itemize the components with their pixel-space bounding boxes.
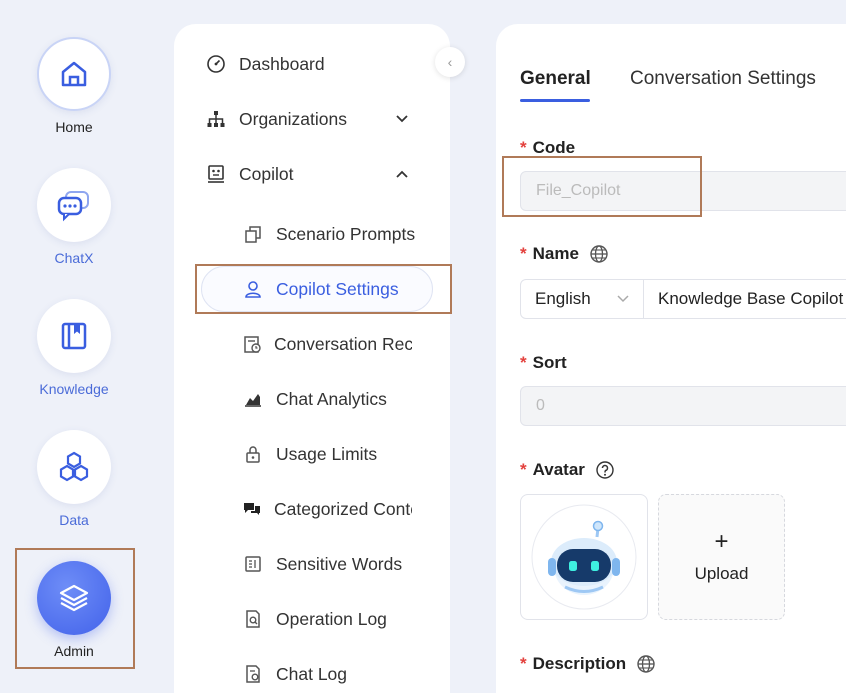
left-rail: Home ChatX Knowledge Data Admin <box>0 0 150 693</box>
sidebar-item-dashboard[interactable]: Dashboard <box>205 44 325 84</box>
sidebar-item-sensitive-words[interactable]: Sensitive Words <box>242 544 402 584</box>
document-check-icon <box>242 663 264 685</box>
sidebar-item-label: Conversation Reco <box>274 333 412 354</box>
required-mark: * <box>520 353 527 372</box>
copy-icon <box>242 223 264 245</box>
collapse-sidebar-button[interactable]: ‹ <box>435 47 465 77</box>
rail-item-chatx[interactable]: ChatX <box>0 168 148 266</box>
rail-item-admin[interactable]: Admin <box>0 561 148 659</box>
sidebar-item-usage-limits[interactable]: Usage Limits <box>242 434 377 474</box>
description-field-label: * Description <box>520 654 656 674</box>
help-icon[interactable] <box>595 460 615 480</box>
rail-label-chatx: ChatX <box>54 250 94 266</box>
code-input[interactable]: File_Copilot <box>520 171 846 211</box>
code-input-value: File_Copilot <box>536 182 621 199</box>
sidebar-item-label: Organizations <box>239 108 347 129</box>
plus-icon: + <box>714 528 729 555</box>
globe-icon[interactable] <box>589 244 609 264</box>
sidebar-item-copilot-settings[interactable]: Copilot Settings <box>242 269 399 309</box>
sidebar-item-label: Dashboard <box>239 53 325 74</box>
sidebar-item-conversation-records[interactable]: Conversation Reco <box>242 324 412 364</box>
avatar-label-text: Avatar <box>532 460 585 479</box>
rail-label-knowledge: Knowledge <box>39 381 109 397</box>
name-input[interactable]: Knowledge Base Copilot <box>644 279 846 319</box>
upload-avatar-button[interactable]: + Upload <box>658 494 785 620</box>
book-icon <box>61 322 87 350</box>
chevron-left-icon: ‹ <box>447 54 453 70</box>
required-mark: * <box>520 138 527 157</box>
sidebar-item-categorized-content[interactable]: Categorized Conte <box>242 489 412 529</box>
sidebar-item-label: Chat Analytics <box>276 388 387 409</box>
tab-conversation-settings[interactable]: Conversation Settings <box>630 68 816 90</box>
area-chart-icon <box>242 388 264 410</box>
avatar-field-label: * Avatar <box>520 460 615 480</box>
chevron-down-icon <box>395 112 409 127</box>
document-search-icon <box>242 608 264 630</box>
required-mark: * <box>520 460 527 479</box>
messages-icon <box>242 498 262 520</box>
hexagons-icon-button[interactable] <box>37 430 111 504</box>
sidebar-item-copilot[interactable]: Copilot <box>205 154 408 194</box>
book-icon-button[interactable] <box>37 299 111 373</box>
chat-icon-button[interactable] <box>37 168 111 242</box>
avatar-preview[interactable] <box>520 494 648 620</box>
name-label-text: Name <box>532 244 579 263</box>
language-select-value: English <box>535 289 591 308</box>
sidebar-item-operation-log[interactable]: Operation Log <box>242 599 387 639</box>
text-box-icon <box>242 553 264 575</box>
code-field-label: * Code <box>520 138 575 158</box>
clipboard-clock-icon <box>242 333 262 355</box>
sort-label-text: Sort <box>532 353 567 372</box>
sidebar-item-chat-log[interactable]: Chat Log <box>242 654 347 693</box>
required-mark: * <box>520 244 527 263</box>
rail-item-home[interactable]: Home <box>0 37 148 135</box>
sidebar-item-label: Sensitive Words <box>276 553 403 574</box>
required-mark: * <box>520 654 527 673</box>
sidebar-item-label: Categorized Conte <box>274 498 412 519</box>
sidebar-item-label: Usage Limits <box>276 443 378 464</box>
sidebar-item-scenario-prompts[interactable]: Scenario Prompts <box>242 214 415 254</box>
sidebar-item-label: Chat Log <box>276 663 348 684</box>
sidebar-item-label: Operation Log <box>276 608 387 629</box>
org-tree-icon <box>205 108 227 130</box>
user-icon <box>242 278 264 300</box>
upload-label: Upload <box>694 564 749 583</box>
chevron-down-icon <box>617 292 629 306</box>
layers-icon-button[interactable] <box>37 561 111 635</box>
sort-input-value: 0 <box>536 397 545 414</box>
description-label-text: Description <box>532 654 627 673</box>
gauge-icon <box>205 53 227 75</box>
active-tab-indicator <box>520 99 590 102</box>
sort-input[interactable]: 0 <box>520 386 846 426</box>
name-input-value: Knowledge Base Copilot <box>658 289 844 308</box>
bot-icon <box>205 163 227 185</box>
rail-label-admin: Admin <box>54 643 94 659</box>
layers-icon <box>59 584 89 612</box>
sidebar-item-label: Copilot Settings <box>276 278 399 299</box>
hexagons-icon <box>59 451 89 482</box>
chat-icon <box>57 191 89 222</box>
language-select[interactable]: English <box>520 279 644 319</box>
rail-item-data[interactable]: Data <box>0 430 148 528</box>
globe-icon[interactable] <box>636 654 656 674</box>
chevron-up-icon <box>395 167 409 182</box>
home-icon-button[interactable] <box>37 37 111 111</box>
rail-label-home: Home <box>55 119 93 135</box>
sidebar-item-label: Copilot <box>239 163 294 184</box>
code-label-text: Code <box>532 138 576 157</box>
sidebar-item-label: Scenario Prompts <box>276 223 416 244</box>
name-field-label: * Name <box>520 244 609 264</box>
tab-general[interactable]: General <box>520 68 591 90</box>
rail-item-knowledge[interactable]: Knowledge <box>0 299 148 397</box>
sort-field-label: * Sort <box>520 353 567 373</box>
sidebar-item-organizations[interactable]: Organizations <box>205 99 408 139</box>
rail-label-data: Data <box>59 512 89 528</box>
sidebar-item-chat-analytics[interactable]: Chat Analytics <box>242 379 387 419</box>
lock-icon <box>242 443 264 465</box>
robot-avatar-icon <box>531 504 637 610</box>
home-icon <box>61 61 87 87</box>
